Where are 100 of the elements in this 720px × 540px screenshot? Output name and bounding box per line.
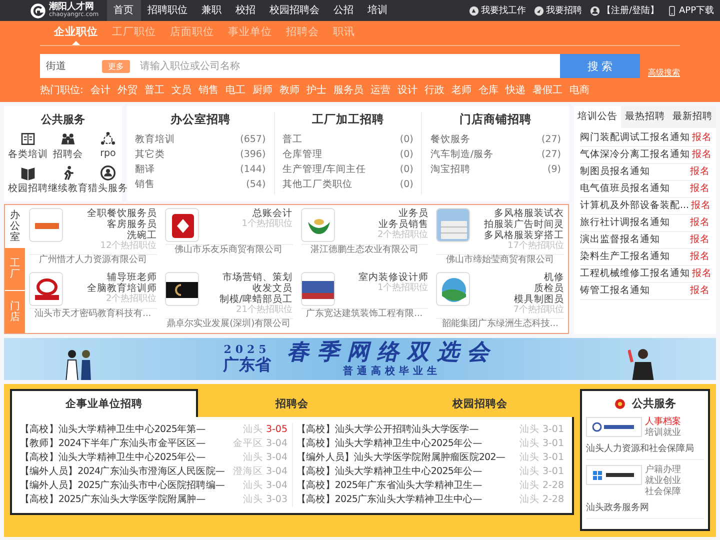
notice-link[interactable]: 制图员报名通知 — [580, 164, 650, 180]
signup-link[interactable]: 报名 — [692, 266, 712, 282]
category-link[interactable]: 销售 — [135, 177, 155, 192]
job-post-link[interactable]: 【高校】汕头大学公开招聘汕头大学医学— — [296, 423, 516, 437]
company-name[interactable]: 广东宽达建筑装饰工程有限... — [300, 308, 428, 320]
header-link[interactable]: 【注册/登陆】 — [590, 4, 659, 17]
job-link[interactable]: 收发文员 — [202, 283, 292, 294]
category-link[interactable]: 汽车制造/服务 — [430, 147, 494, 162]
job-link[interactable]: 市场营销、策划 — [202, 272, 292, 283]
notice-link[interactable]: 阀门装配调试工报名通知 — [580, 130, 690, 146]
agency-name[interactable]: 汕头人力资源和社会保障局 — [586, 442, 704, 455]
service-link[interactable]: 社会保障 — [645, 487, 681, 498]
header-link[interactable]: 我要找工作 — [468, 4, 526, 17]
nav-tab[interactable]: 招聘职位 — [140, 0, 195, 21]
nav-tab[interactable]: 校园招聘会 — [262, 0, 327, 21]
notice-tab[interactable]: 最新招聘 — [668, 106, 716, 128]
job-link[interactable]: 全职餐饮服务员 — [66, 208, 157, 219]
company-name[interactable]: 佛山市缔始莹商贸有限公司 — [436, 254, 564, 266]
agency-name[interactable]: 汕头政务服务网 — [586, 501, 704, 514]
job-post-link[interactable]: 【高校】汕头大学精神卫生中心2025年公— — [296, 437, 516, 451]
job-post-link[interactable]: 【高校】汕头大学精神卫生中心2025年公— — [20, 451, 240, 465]
job-link[interactable]: 制模/啤蜡部员工 — [202, 294, 292, 305]
job-link[interactable]: 全脑教育培训师 — [66, 283, 157, 294]
category-link[interactable]: 餐饮服务 — [430, 132, 470, 147]
location-select[interactable]: 街道 — [46, 59, 94, 73]
category-link[interactable]: 普工 — [282, 132, 303, 147]
service-item[interactable]: 各类培训 — [8, 131, 48, 161]
job-post-link[interactable]: 【高校】2025年广东省汕头大学精神卫生— — [296, 479, 516, 493]
notice-link[interactable]: 工程机械维修工报名通知 — [580, 266, 690, 282]
search-input[interactable]: 请输入职位或公司名称 — [138, 60, 554, 72]
category-link[interactable]: 翻译 — [135, 162, 155, 177]
job-link[interactable]: 机修 — [473, 272, 564, 283]
nav-tab[interactable]: 培训 — [360, 0, 395, 21]
job-link[interactable]: 业务员 — [338, 208, 428, 219]
category-link[interactable]: 生产管理/车间主任 — [282, 162, 366, 177]
header-link[interactable]: APP下载 — [666, 4, 714, 17]
job-post-link[interactable]: 【编外人员】2024广东汕头市澄海区人民医院— — [20, 465, 230, 479]
job-link[interactable]: 业务员销售 — [338, 219, 428, 230]
notice-tab[interactable]: 最热招聘 — [621, 106, 669, 128]
company-name[interactable]: 佛山市乐友乐商贸有限公司 — [164, 244, 292, 256]
notice-link[interactable]: 旅行社计调报名通知 — [580, 215, 670, 231]
service-link[interactable]: 人事档案 — [645, 417, 681, 428]
service-item[interactable]: 继续教育 — [48, 165, 88, 195]
signup-link[interactable]: 报名 — [690, 164, 710, 180]
job-post-link[interactable]: 【高校】汕头大学精神卫生中心2025年第— — [20, 423, 240, 437]
company-name[interactable]: 广州惜才人力资源有限公司 — [29, 254, 157, 266]
job-post-link[interactable]: 【编外人员】汕头大学医学院附属肿瘤医院202— — [296, 451, 516, 465]
category-link[interactable]: 教育培训 — [135, 132, 175, 147]
company-name[interactable]: 鼎卓尔实业发展(深圳)有限公司 — [164, 318, 292, 330]
signup-link[interactable]: 报名 — [690, 232, 710, 248]
notice-link[interactable]: 电气值班员报名通知 — [580, 181, 670, 197]
job-post-link[interactable]: 【高校】2025广东汕头大学医学院附属肿— — [20, 493, 240, 507]
search-field[interactable]: 街道 更多 请输入职位或公司名称 — [40, 54, 560, 78]
company-name[interactable]: 韶能集团广东绿洲生态科技... — [436, 318, 564, 330]
category-link[interactable]: 仓库管理 — [282, 147, 323, 162]
signup-link[interactable]: 报名 — [690, 283, 710, 299]
signup-link[interactable]: 报名 — [692, 130, 712, 146]
signup-link[interactable]: 报名 — [690, 249, 710, 265]
job-link[interactable]: 拍服装广告时间灵 — [473, 219, 564, 230]
category-link[interactable]: 其他工厂类职位 — [282, 177, 353, 192]
section-tab[interactable]: 招聘会 — [198, 389, 386, 417]
job-link[interactable]: 多风格服装试衣 — [473, 208, 564, 219]
section-tab[interactable]: 企事业单位招聘 — [10, 389, 198, 417]
category-link[interactable]: 其它类 — [135, 147, 165, 162]
service-item[interactable]: 猎头服务 — [88, 165, 128, 195]
notice-link[interactable]: 铸管工报名通知 — [580, 283, 650, 299]
job-link[interactable]: 辅导班老师 — [66, 272, 157, 283]
job-link[interactable]: 总账会计 — [202, 208, 292, 219]
nav-tab[interactable]: 兼职 — [194, 0, 229, 21]
header-link[interactable]: 我要招聘 — [534, 4, 582, 17]
company-name[interactable]: 汕头市天才密码教育科技有... — [29, 308, 157, 320]
job-post-link[interactable]: 【高校】2025广东汕头大学精神卫生中心— — [296, 493, 516, 507]
job-post-link[interactable]: 【编外人员】2025广东汕头市中心医院招聘编— — [20, 479, 240, 493]
notice-link[interactable]: 气体深冷分离工报名通知 — [580, 147, 690, 163]
job-link[interactable]: 客房服务员 — [66, 219, 157, 230]
job-link[interactable]: 室内装修设计师 — [338, 272, 428, 283]
service-item[interactable]: 校园招聘 — [8, 165, 48, 195]
job-link[interactable]: 质检员 — [473, 283, 564, 294]
signup-link[interactable]: 报名 — [692, 147, 712, 163]
signup-link[interactable]: 报名 — [690, 215, 710, 231]
service-link[interactable]: 就业创业 — [645, 476, 681, 487]
section-tab[interactable]: 校园招聘会 — [386, 389, 574, 417]
signup-link[interactable]: 报名 — [691, 198, 712, 214]
service-link[interactable]: 户籍办理 — [645, 465, 681, 476]
nav-tab[interactable]: 校招 — [228, 0, 263, 21]
service-item[interactable]: rpo — [88, 131, 128, 161]
notice-tab[interactable]: 培训公告 — [574, 106, 622, 128]
signup-link[interactable]: 报名 — [690, 181, 710, 197]
job-link[interactable]: 模具制图员 — [473, 294, 564, 305]
company-name[interactable]: 湛江德鹏生态农业有限公司 — [300, 244, 428, 256]
notice-link[interactable]: 染料生产工报名通知 — [580, 249, 670, 265]
service-item[interactable]: 招聘会 — [48, 131, 88, 161]
job-post-link[interactable]: 【高校】汕头大学精神卫生中心2025年公— — [296, 465, 516, 479]
nav-tab[interactable]: 公招 — [326, 0, 361, 21]
job-link[interactable]: 多风格服装穿搭工 — [473, 230, 564, 241]
nav-tab[interactable]: 首页 — [106, 0, 141, 21]
notice-link[interactable]: 演出监督报名通知 — [580, 232, 660, 248]
job-post-link[interactable]: 【教师】2024下半年广东汕头市金平区区— — [20, 437, 230, 451]
category-link[interactable]: 淘宝招聘 — [430, 162, 470, 177]
job-link[interactable]: 洗碗工 — [66, 230, 157, 241]
